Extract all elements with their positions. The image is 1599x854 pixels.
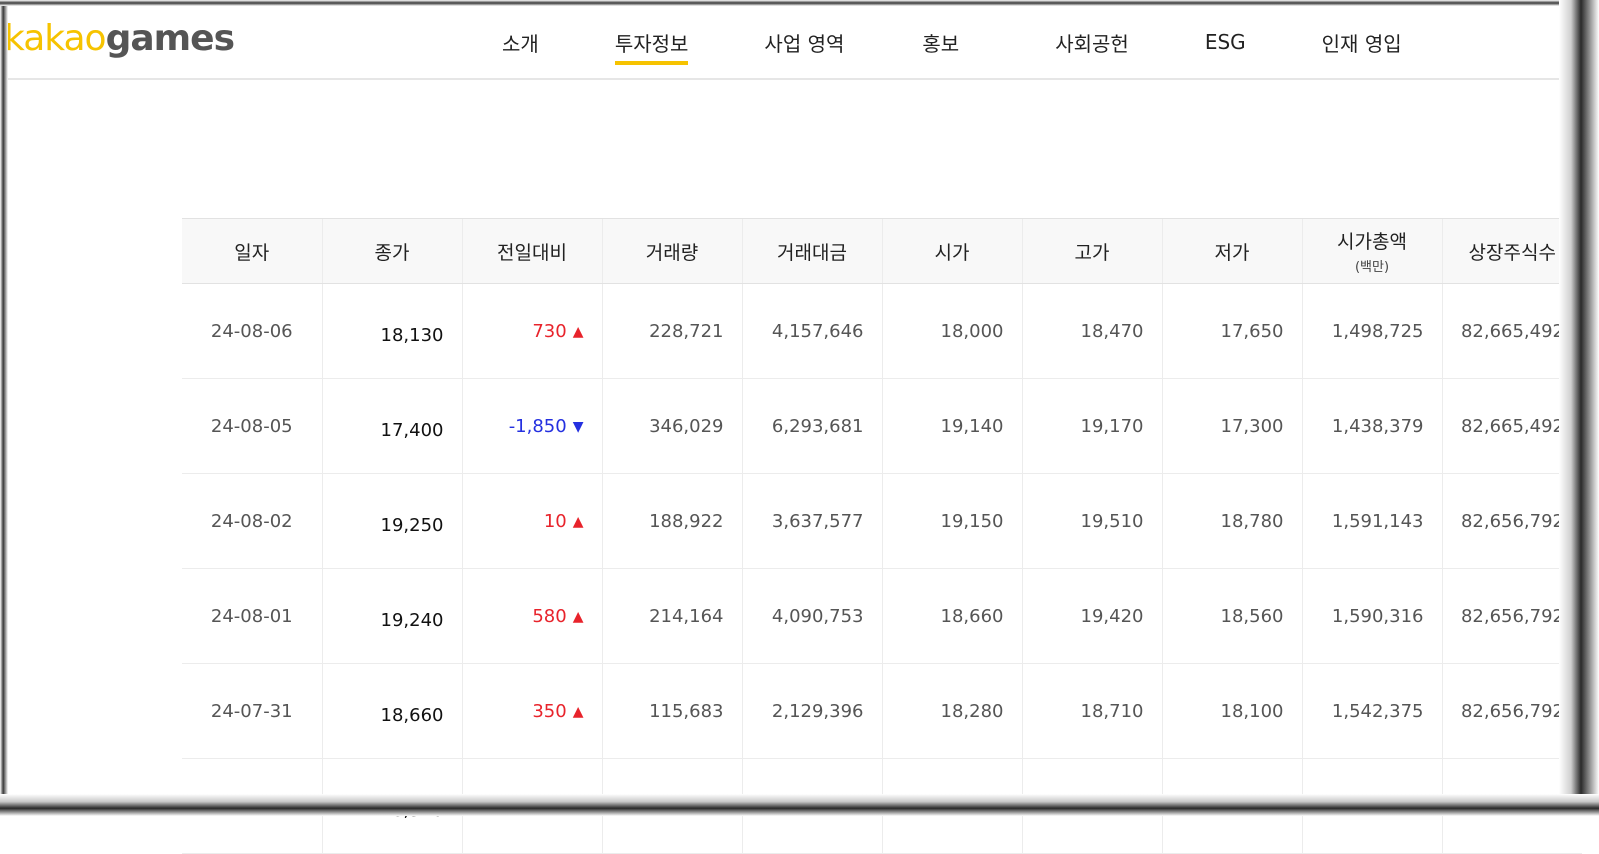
cell-close: 17,400	[321, 378, 462, 474]
change-value: -1,850	[508, 415, 567, 437]
nav-item-pr[interactable]: 홍보	[922, 28, 959, 57]
cell-amount: 3,637,577	[741, 473, 882, 569]
cell-high: 19,170	[1021, 378, 1162, 474]
col-header-market-cap-label: 시가총액	[1337, 231, 1407, 253]
cell-change: -1,850 ▼	[461, 378, 602, 474]
cell-change: 10 ▲	[461, 473, 602, 569]
cell-low: 18,780	[1161, 473, 1302, 569]
triangle-down-icon: ▼	[572, 418, 584, 435]
capture-edge-bottom	[0, 794, 1599, 816]
cell-volume: 115,683	[601, 663, 742, 759]
change-value: 350	[532, 700, 567, 722]
cell-open: 18,660	[881, 568, 1022, 664]
nav-item-intro[interactable]: 소개	[502, 28, 539, 57]
capture-edge-top	[0, 0, 1599, 6]
col-header-high: 고가	[1021, 218, 1162, 284]
logo-games: games	[105, 18, 235, 59]
change-value: 580	[532, 605, 567, 627]
col-header-market-cap: 시가총액 (백만)	[1301, 218, 1442, 284]
change-value: 730	[532, 320, 567, 342]
table-header-row: 일자 종가 전일대비 거래량 거래대금 시가 고가 저가 시가총액 (백만) 상…	[182, 218, 1582, 284]
cell-volume: 228,721	[601, 283, 742, 379]
cell-date: 24-07-31	[182, 663, 322, 759]
nav-item-investor-relations[interactable]: 투자정보	[614, 28, 688, 65]
change-value: 10	[543, 510, 567, 532]
cell-open: 18,000	[881, 283, 1022, 379]
cell-close: 18,660	[321, 663, 462, 759]
capture-edge-right	[1559, 0, 1599, 816]
logo-kakao: kakao	[4, 18, 107, 59]
col-header-volume: 거래량	[601, 218, 742, 284]
cell-high: 19,510	[1021, 473, 1162, 569]
col-header-close: 종가	[321, 218, 462, 284]
cell-amount: 4,090,753	[741, 568, 882, 664]
table-row: 24-08-06 18,130 730 ▲ 228,721 4,157,646 18,000…	[182, 283, 1582, 379]
kakaogames-logo[interactable]: kakaogames	[4, 18, 235, 59]
cell-high: 18,710	[1021, 663, 1162, 759]
cell-mcap: 1,590,316	[1301, 568, 1442, 664]
cell-amount: 6,293,681	[741, 378, 882, 474]
cell-open: 19,150	[881, 473, 1022, 569]
cell-change: 580 ▲	[461, 568, 602, 664]
table-row: 24-08-01 19,240 580 ▲ 214,164 4,090,753 18,660…	[182, 568, 1582, 664]
cell-close: 19,240	[321, 568, 462, 664]
cell-date: 24-08-02	[182, 473, 322, 569]
cell-open: 19,140	[881, 378, 1022, 474]
cell-volume: 346,029	[601, 378, 742, 474]
cell-volume: 214,164	[601, 568, 742, 664]
cell-volume: 188,922	[601, 473, 742, 569]
triangle-up-icon: ▲	[572, 703, 584, 720]
nav-item-esg[interactable]: ESG	[1205, 30, 1246, 54]
col-header-change: 전일대비	[461, 218, 602, 284]
stock-price-table: 일자 종가 전일대비 거래량 거래대금 시가 고가 저가 시가총액 (백만) 상…	[182, 218, 1582, 854]
table-body: 24-08-06 18,130 730 ▲ 228,721 4,157,646 18,000…	[182, 283, 1582, 854]
page: kakaogames 소개 투자정보 사업 영역 홍보 사회공헌 ESG 인재 …	[0, 0, 1599, 854]
cell-change: 350 ▲	[461, 663, 602, 759]
cell-amount: 4,157,646	[741, 283, 882, 379]
site-header: kakaogames 소개 투자정보 사업 영역 홍보 사회공헌 ESG 인재 …	[4, 6, 1568, 80]
triangle-up-icon: ▲	[572, 608, 584, 625]
cell-mcap: 1,542,375	[1301, 663, 1442, 759]
nav-item-business[interactable]: 사업 영역	[764, 28, 844, 57]
col-header-low: 저가	[1161, 218, 1302, 284]
cell-amount: 2,129,396	[741, 663, 882, 759]
cell-mcap: 1,438,379	[1301, 378, 1442, 474]
table-row: 24-08-02 19,250 10 ▲ 188,922 3,637,577 19,150 1…	[182, 473, 1582, 569]
cell-date: 24-08-06	[182, 283, 322, 379]
cell-change: 730 ▲	[461, 283, 602, 379]
col-header-market-cap-unit: (백만)	[1354, 260, 1390, 275]
triangle-up-icon: ▲	[572, 513, 584, 530]
cell-low: 18,560	[1161, 568, 1302, 664]
cell-low: 17,300	[1161, 378, 1302, 474]
cell-date: 24-08-05	[182, 378, 322, 474]
cell-close: 18,130	[321, 283, 462, 379]
table-row: 24-07-31 18,660 350 ▲ 115,683 2,129,396 18,280…	[182, 663, 1582, 759]
table-row: 24-08-05 17,400 -1,850 ▼ 346,029 6,293,681 19,…	[182, 378, 1582, 474]
cell-low: 17,650	[1161, 283, 1302, 379]
cell-mcap: 1,591,143	[1301, 473, 1442, 569]
cell-high: 19,420	[1021, 568, 1162, 664]
capture-edge-left	[0, 0, 8, 816]
col-header-amount: 거래대금	[741, 218, 882, 284]
cell-mcap: 1,498,725	[1301, 283, 1442, 379]
col-header-date: 일자	[182, 218, 322, 284]
stock-price-table-container: 일자 종가 전일대비 거래량 거래대금 시가 고가 저가 시가총액 (백만) 상…	[182, 218, 1582, 854]
cell-close: 19,250	[321, 473, 462, 569]
nav-item-csr[interactable]: 사회공헌	[1055, 28, 1129, 57]
nav-item-careers[interactable]: 인재 영입	[1322, 28, 1402, 57]
main-nav: 소개 투자정보 사업 영역 홍보 사회공헌 ESG 인재 영입	[478, 6, 1402, 78]
cell-open: 18,280	[881, 663, 1022, 759]
cell-date: 24-08-01	[182, 568, 322, 664]
col-header-open: 시가	[881, 218, 1022, 284]
cell-high: 18,470	[1021, 283, 1162, 379]
triangle-up-icon: ▲	[572, 323, 584, 340]
cell-low: 18,100	[1161, 663, 1302, 759]
